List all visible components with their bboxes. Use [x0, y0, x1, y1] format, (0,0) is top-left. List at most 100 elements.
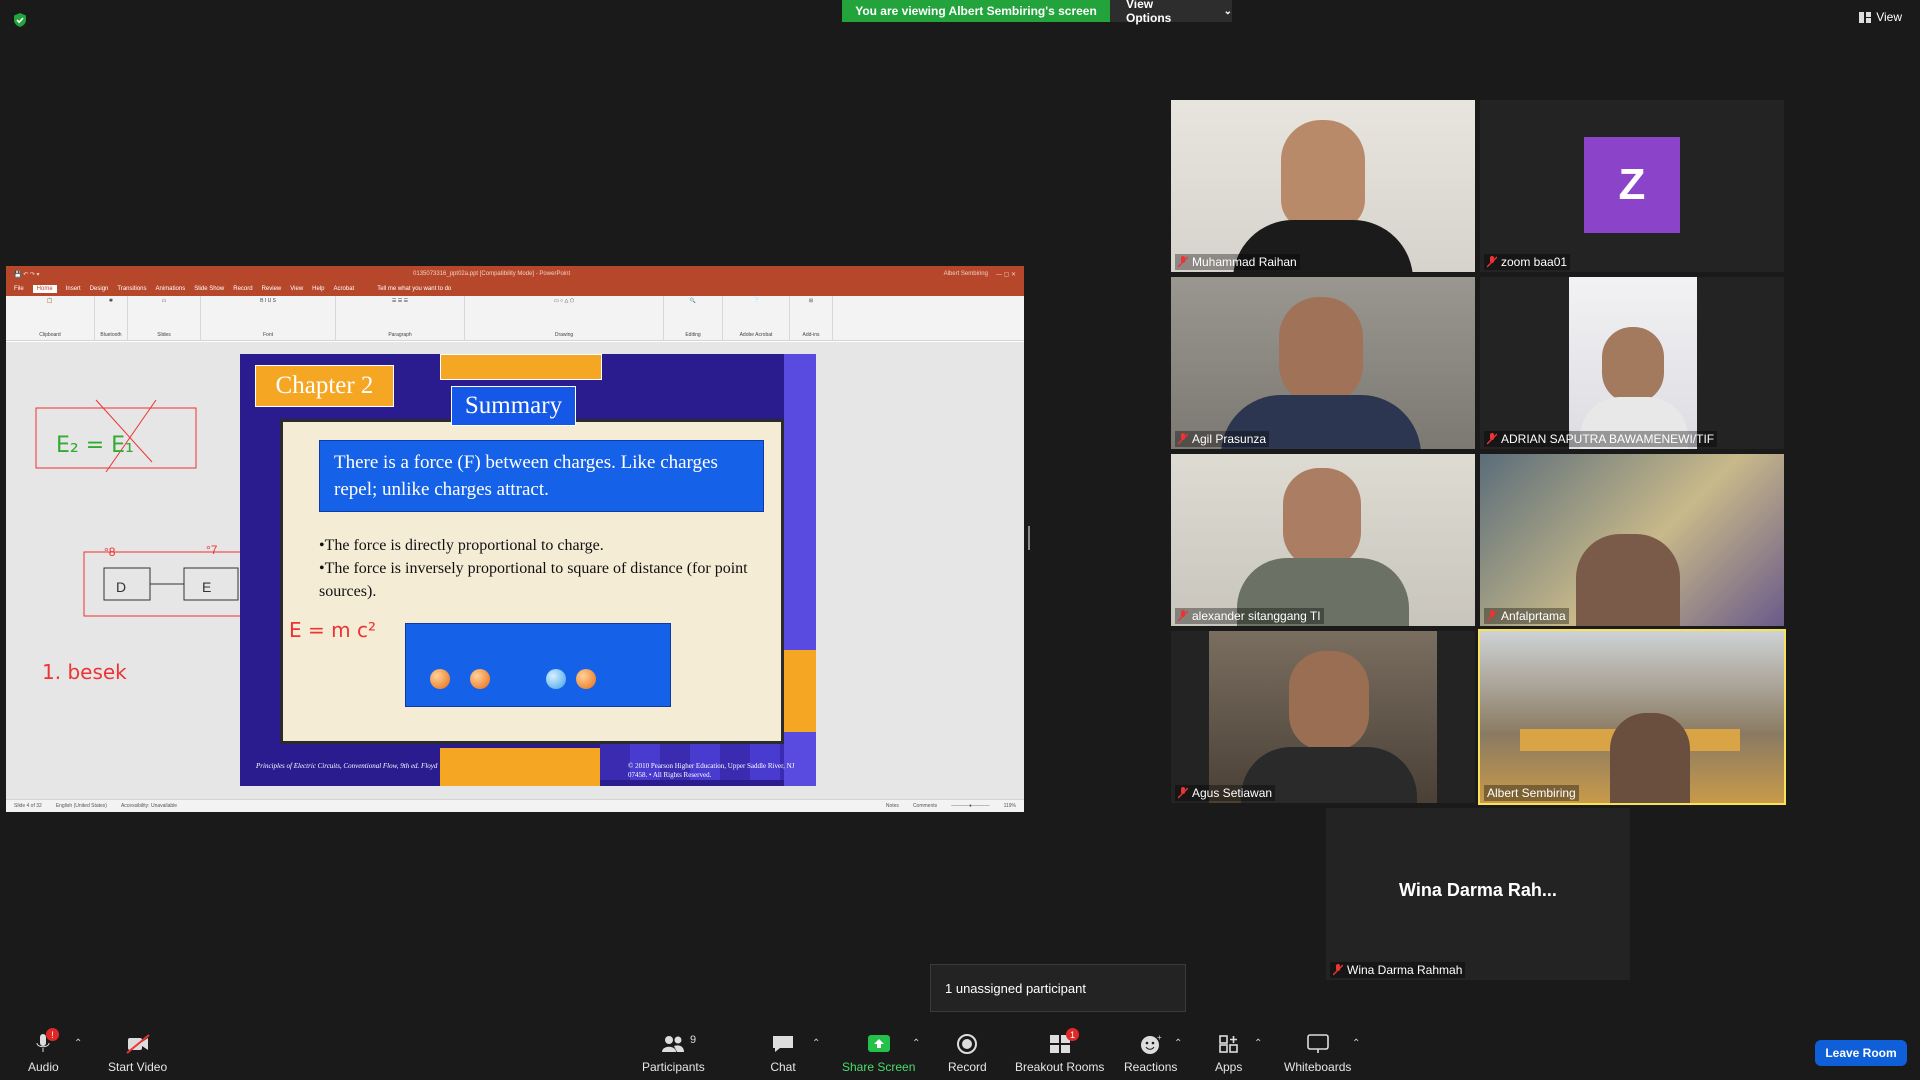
record-label: Record — [948, 1060, 987, 1074]
participant-name-label: ADRIAN SAPUTRA BAWAMENEWI/TIF — [1501, 432, 1715, 446]
charge-ball — [546, 669, 566, 689]
svg-text:°7: °7 — [206, 543, 218, 557]
participant-name-label: Wina Darma Rahmah — [1347, 963, 1463, 977]
chevron-up-icon[interactable]: ⌃ — [1254, 1038, 1262, 1049]
tab-record[interactable]: Record — [233, 286, 252, 292]
breakout-rooms-button[interactable]: Breakout Rooms — [1015, 1032, 1104, 1074]
chevron-up-icon[interactable]: ⌃ — [74, 1038, 82, 1049]
tab-slide-show[interactable]: Slide Show — [194, 286, 224, 292]
smiley-plus-icon: + — [1140, 1033, 1162, 1054]
participants-icon — [662, 1036, 685, 1052]
language: English (United States) — [55, 803, 107, 809]
video-tile-active-speaker[interactable]: Albert Sembiring — [1478, 629, 1786, 805]
chat-bubble-icon — [773, 1036, 793, 1052]
svg-text:E: E — [202, 579, 211, 595]
tab-design[interactable]: Design — [90, 286, 109, 292]
participant-name: Wina Darma Rahmah — [1330, 962, 1466, 978]
view-button[interactable]: View — [1859, 10, 1902, 24]
audio-label: Audio — [28, 1060, 59, 1074]
video-tile[interactable]: Muhammad Raihan — [1171, 100, 1475, 272]
share-screen-button[interactable]: Share Screen — [842, 1032, 915, 1074]
video-off-icon — [125, 1034, 150, 1054]
video-tile[interactable]: Agil Prasunza — [1171, 277, 1475, 449]
tab-acrobat[interactable]: Acrobat — [334, 286, 355, 292]
tab-file[interactable]: File — [14, 286, 24, 292]
chevron-up-icon[interactable]: ⌃ — [1352, 1038, 1360, 1049]
audio-alert-badge: ! — [46, 1028, 59, 1041]
svg-text:E₂ = E₁: E₂ = E₁ — [56, 433, 134, 458]
find-icon[interactable]: 🔍 — [690, 298, 696, 304]
participant-name: Agus Setiawan — [1175, 785, 1276, 801]
accessibility-status: Accessibility: Unavailable — [120, 803, 178, 809]
record-button[interactable]: Record — [948, 1032, 987, 1074]
shared-screen[interactable]: 💾 ↶ ↷ ▾ 0135073316_ppt02a.ppt [Compatibi… — [6, 266, 1024, 812]
ppt-window-title: 0135073316_ppt02a.ppt [Compatibility Mod… — [413, 271, 571, 277]
participant-name: zoom baa01 — [1484, 254, 1571, 270]
view-options-button[interactable]: View Options ⌄ — [1110, 0, 1232, 25]
force-statement-box: There is a force (F) between charges. Li… — [319, 440, 764, 512]
bullet-item: •The force is directly proportional to c… — [319, 537, 604, 554]
acrobat-icon[interactable]: 📄 — [753, 298, 759, 304]
start-video-button[interactable]: Start Video — [108, 1032, 167, 1074]
shapes-gallery-icon[interactable]: ▭ ○ △ ⬠ — [554, 298, 574, 304]
leave-room-button[interactable]: Leave Room — [1815, 1040, 1907, 1066]
whiteboards-button[interactable]: Whiteboards — [1284, 1032, 1351, 1074]
zoom-slider[interactable]: ─────●───── — [951, 803, 989, 809]
mic-muted-icon — [1487, 256, 1497, 268]
tab-review[interactable]: Review — [262, 286, 282, 292]
bluetooth-icon[interactable]: ✱ — [109, 298, 113, 304]
meeting-toolbar: Audio ! ⌃ Start Video Participants 9 Cha… — [0, 1020, 1920, 1080]
ink-annotations-left: E₂ = E₁ D E °8 °7 — [35, 399, 240, 617]
participant-name-label: alexander sitanggang TI — [1192, 609, 1321, 623]
window-controls[interactable]: — ▢ ✕ — [996, 271, 1016, 278]
tab-insert[interactable]: Insert — [66, 286, 81, 292]
participant-name-label: Albert Sembiring — [1487, 786, 1576, 800]
summary-title: Summary — [451, 386, 576, 426]
charge-ball — [470, 669, 490, 689]
charge-ball — [576, 669, 596, 689]
splitter-handle[interactable] — [1028, 526, 1030, 550]
chat-button[interactable]: Chat — [770, 1032, 796, 1074]
bullet-item: •The force is inversely proportional to … — [319, 560, 748, 600]
slide-canvas[interactable]: Chapter 2 There is a force (F) between c… — [240, 354, 816, 786]
paragraph-controls[interactable]: ☰ ☰ ☰ — [392, 298, 408, 304]
video-tile[interactable]: Agus Setiawan — [1171, 631, 1475, 803]
chevron-up-icon[interactable]: ⌃ — [1174, 1038, 1182, 1049]
tell-me-search[interactable]: Tell me what you want to do — [377, 286, 451, 292]
tab-home[interactable]: Home — [32, 285, 57, 293]
chevron-up-icon[interactable]: ⌃ — [812, 1038, 820, 1049]
apps-button[interactable]: Apps — [1215, 1032, 1242, 1074]
tab-help[interactable]: Help — [312, 286, 324, 292]
zoom-level: 119% — [1003, 803, 1016, 809]
addins-icon[interactable]: ⊞ — [809, 298, 813, 304]
ppt-user-name: Albert Sembiring — [943, 270, 988, 277]
mic-muted-icon — [1178, 433, 1188, 445]
reactions-button[interactable]: + Reactions — [1124, 1032, 1177, 1074]
participant-name: alexander sitanggang TI — [1175, 608, 1324, 624]
video-tile[interactable]: alexander sitanggang TI — [1171, 454, 1475, 626]
security-shield-icon[interactable] — [12, 12, 28, 28]
video-tile[interactable]: ADRIAN SAPUTRA BAWAMENEWI/TIF — [1480, 277, 1784, 449]
video-tile[interactable]: Wina Darma Rah... Wina Darma Rahmah — [1326, 808, 1630, 980]
participant-name-label: Anfalprtama — [1501, 609, 1566, 623]
record-icon — [957, 1034, 978, 1054]
font-controls[interactable]: B I U S — [260, 298, 276, 304]
quick-access-toolbar[interactable]: 💾 ↶ ↷ ▾ — [14, 271, 40, 278]
new-slide-icon[interactable]: ▭ — [162, 298, 167, 304]
ppt-status-bar: Slide 4 of 32 English (United States) Ac… — [6, 799, 1024, 812]
paste-icon[interactable]: 📋 — [47, 298, 53, 304]
ppt-editor-area[interactable]: E₂ = E₁ D E °8 °7 1. besek Chapter 2 The… — [6, 342, 1024, 799]
chevron-up-icon[interactable]: ⌃ — [912, 1038, 920, 1049]
notes-button[interactable]: Notes — [886, 803, 899, 809]
group-addins: Add-ins — [802, 332, 820, 338]
tab-animations[interactable]: Animations — [156, 286, 186, 292]
start-video-label: Start Video — [108, 1060, 168, 1074]
group-bluetooth: Bluetooth — [100, 332, 122, 338]
slide-footer-left: Principles of Electric Circuits, Convent… — [256, 762, 438, 770]
tab-view[interactable]: View — [290, 286, 303, 292]
video-tile[interactable]: Anfalprtama — [1480, 454, 1784, 626]
comments-button[interactable]: Comments — [913, 803, 937, 809]
tab-transitions[interactable]: Transitions — [117, 286, 146, 292]
video-tile[interactable]: Z zoom baa01 — [1480, 100, 1784, 272]
participant-name-label: zoom baa01 — [1501, 255, 1568, 269]
